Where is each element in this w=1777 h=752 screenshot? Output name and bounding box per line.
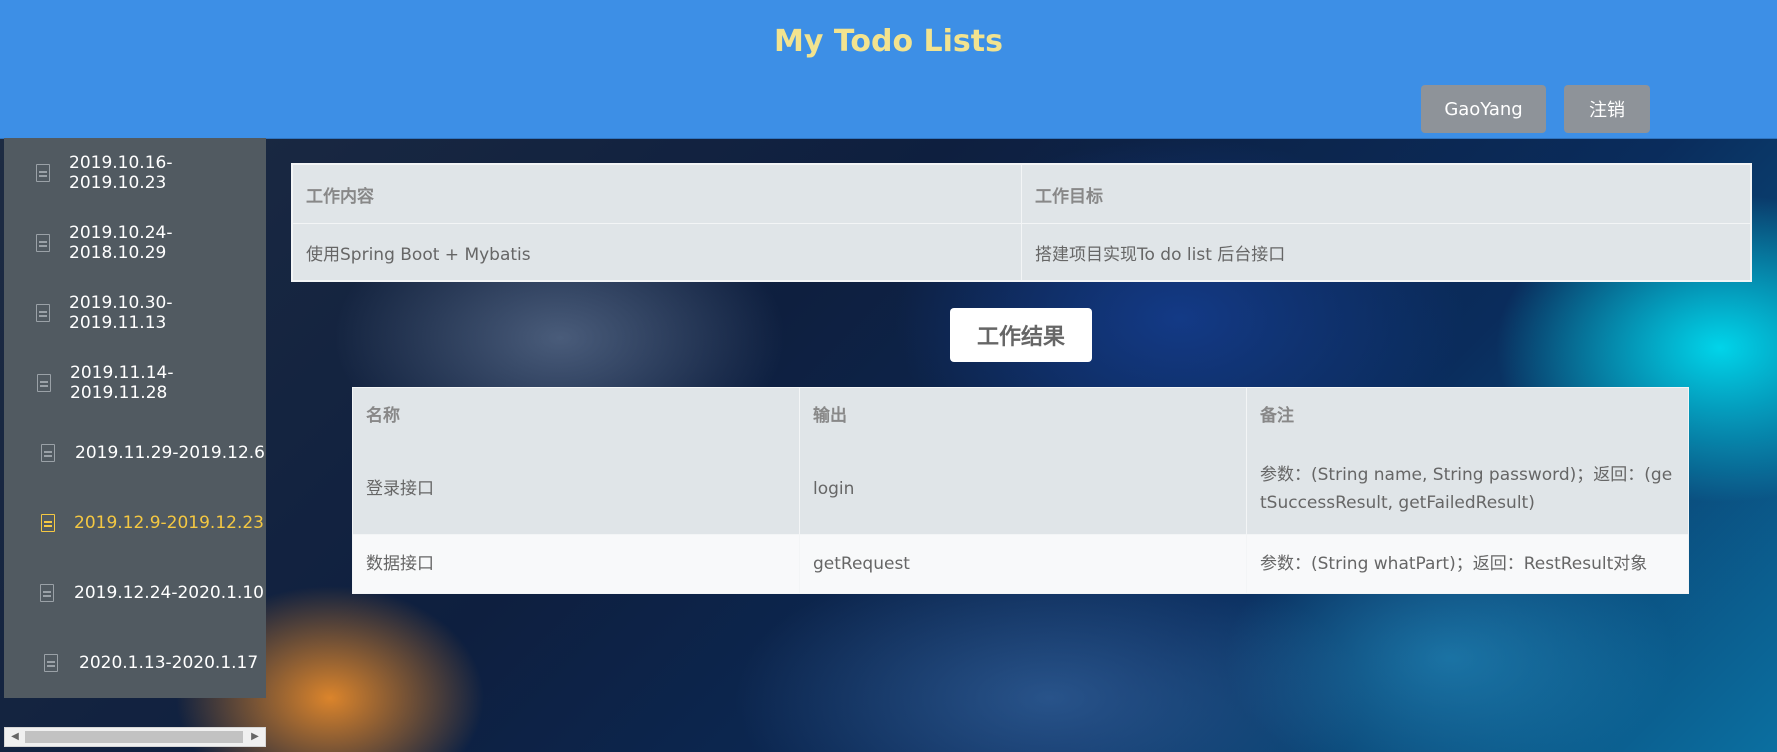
document-icon [37,374,51,392]
sidebar-item-6-active[interactable]: 2019.12.9-2019.12.23 [4,503,266,543]
table-row: 登录接口 login 参数：(String name, String passw… [352,444,1689,535]
table-header-row: 名称 输出 备注 [352,387,1689,444]
sidebar-item-4[interactable]: 2019.11.14-2019.11.28 [4,363,266,403]
sidebar-item-label: 2019.12.24-2020.1.10 [74,583,264,603]
table-cell: 使用Spring Boot + Mybatis [291,223,1022,282]
table-cell: login [799,444,1247,535]
header-work-goal: 工作目标 [1021,163,1752,224]
logout-button[interactable]: 注销 [1564,85,1650,133]
sidebar-item-label: 2019.11.29-2019.12.6 [75,443,265,463]
header-output: 输出 [799,387,1247,444]
sidebar-horizontal-scrollbar[interactable]: ◀ ▶ [4,727,266,747]
table-cell: 登录接口 [352,444,800,535]
scroll-left-arrow-icon[interactable]: ◀ [7,728,23,746]
table-cell: getRequest [799,534,1247,594]
sidebar: 2019.10.16-2019.10.23 2019.10.24-2018.10… [4,138,266,698]
sidebar-item-8[interactable]: 2020.1.13-2020.1.17 [4,643,266,683]
sidebar-item-3[interactable]: 2019.10.30-2019.11.13 [4,293,266,333]
work-table: 工作内容 工作目标 使用Spring Boot + Mybatis 搭建项目实现… [291,163,1752,282]
sidebar-item-7[interactable]: 2019.12.24-2020.1.10 [4,573,266,613]
scroll-right-arrow-icon[interactable]: ▶ [247,728,263,746]
header-name: 名称 [352,387,800,444]
sidebar-item-label: 2019.10.30-2019.11.13 [69,293,173,333]
table-cell: 数据接口 [352,534,800,594]
page-title: My Todo Lists [774,24,1003,59]
table-cell: 参数：(String name, String password)；返回：(ge… [1246,444,1689,535]
table-cell: 参数：(String whatPart)；返回：RestResult对象 [1246,534,1689,594]
sidebar-item-1[interactable]: 2019.10.16-2019.10.23 [4,153,266,193]
scrollbar-thumb[interactable] [25,731,243,743]
work-result-button[interactable]: 工作结果 [950,308,1092,362]
document-icon [36,304,50,322]
sidebar-item-5[interactable]: 2019.11.29-2019.12.6 [4,433,266,473]
result-table: 名称 输出 备注 登录接口 login 参数：(String name, Str… [352,387,1689,594]
sidebar-item-label: 2019.10.24-2018.10.29 [69,223,173,263]
sidebar-item-label: 2019.11.14-2019.11.28 [70,363,174,403]
sidebar-item-label: 2019.10.16-2019.10.23 [69,153,173,193]
table-row: 使用Spring Boot + Mybatis 搭建项目实现To do list… [291,223,1752,282]
header-work-content: 工作内容 [291,163,1022,224]
sidebar-item-2[interactable]: 2019.10.24-2018.10.29 [4,223,266,263]
table-header-row: 工作内容 工作目标 [291,163,1752,224]
document-icon [36,234,50,252]
sidebar-item-label: 2019.12.9-2019.12.23 [74,513,264,533]
user-button[interactable]: GaoYang [1421,85,1546,133]
table-cell: 搭建项目实现To do list 后台接口 [1021,223,1752,282]
document-icon [44,654,58,672]
document-icon [41,514,55,532]
table-row: 数据接口 getRequest 参数：(String whatPart)；返回：… [352,534,1689,594]
sidebar-item-label: 2020.1.13-2020.1.17 [79,653,259,673]
document-icon [41,444,55,462]
header-notes: 备注 [1246,387,1689,444]
document-icon [36,164,50,182]
document-icon [40,584,54,602]
app-header: My Todo Lists GaoYang 注销 [0,0,1777,139]
